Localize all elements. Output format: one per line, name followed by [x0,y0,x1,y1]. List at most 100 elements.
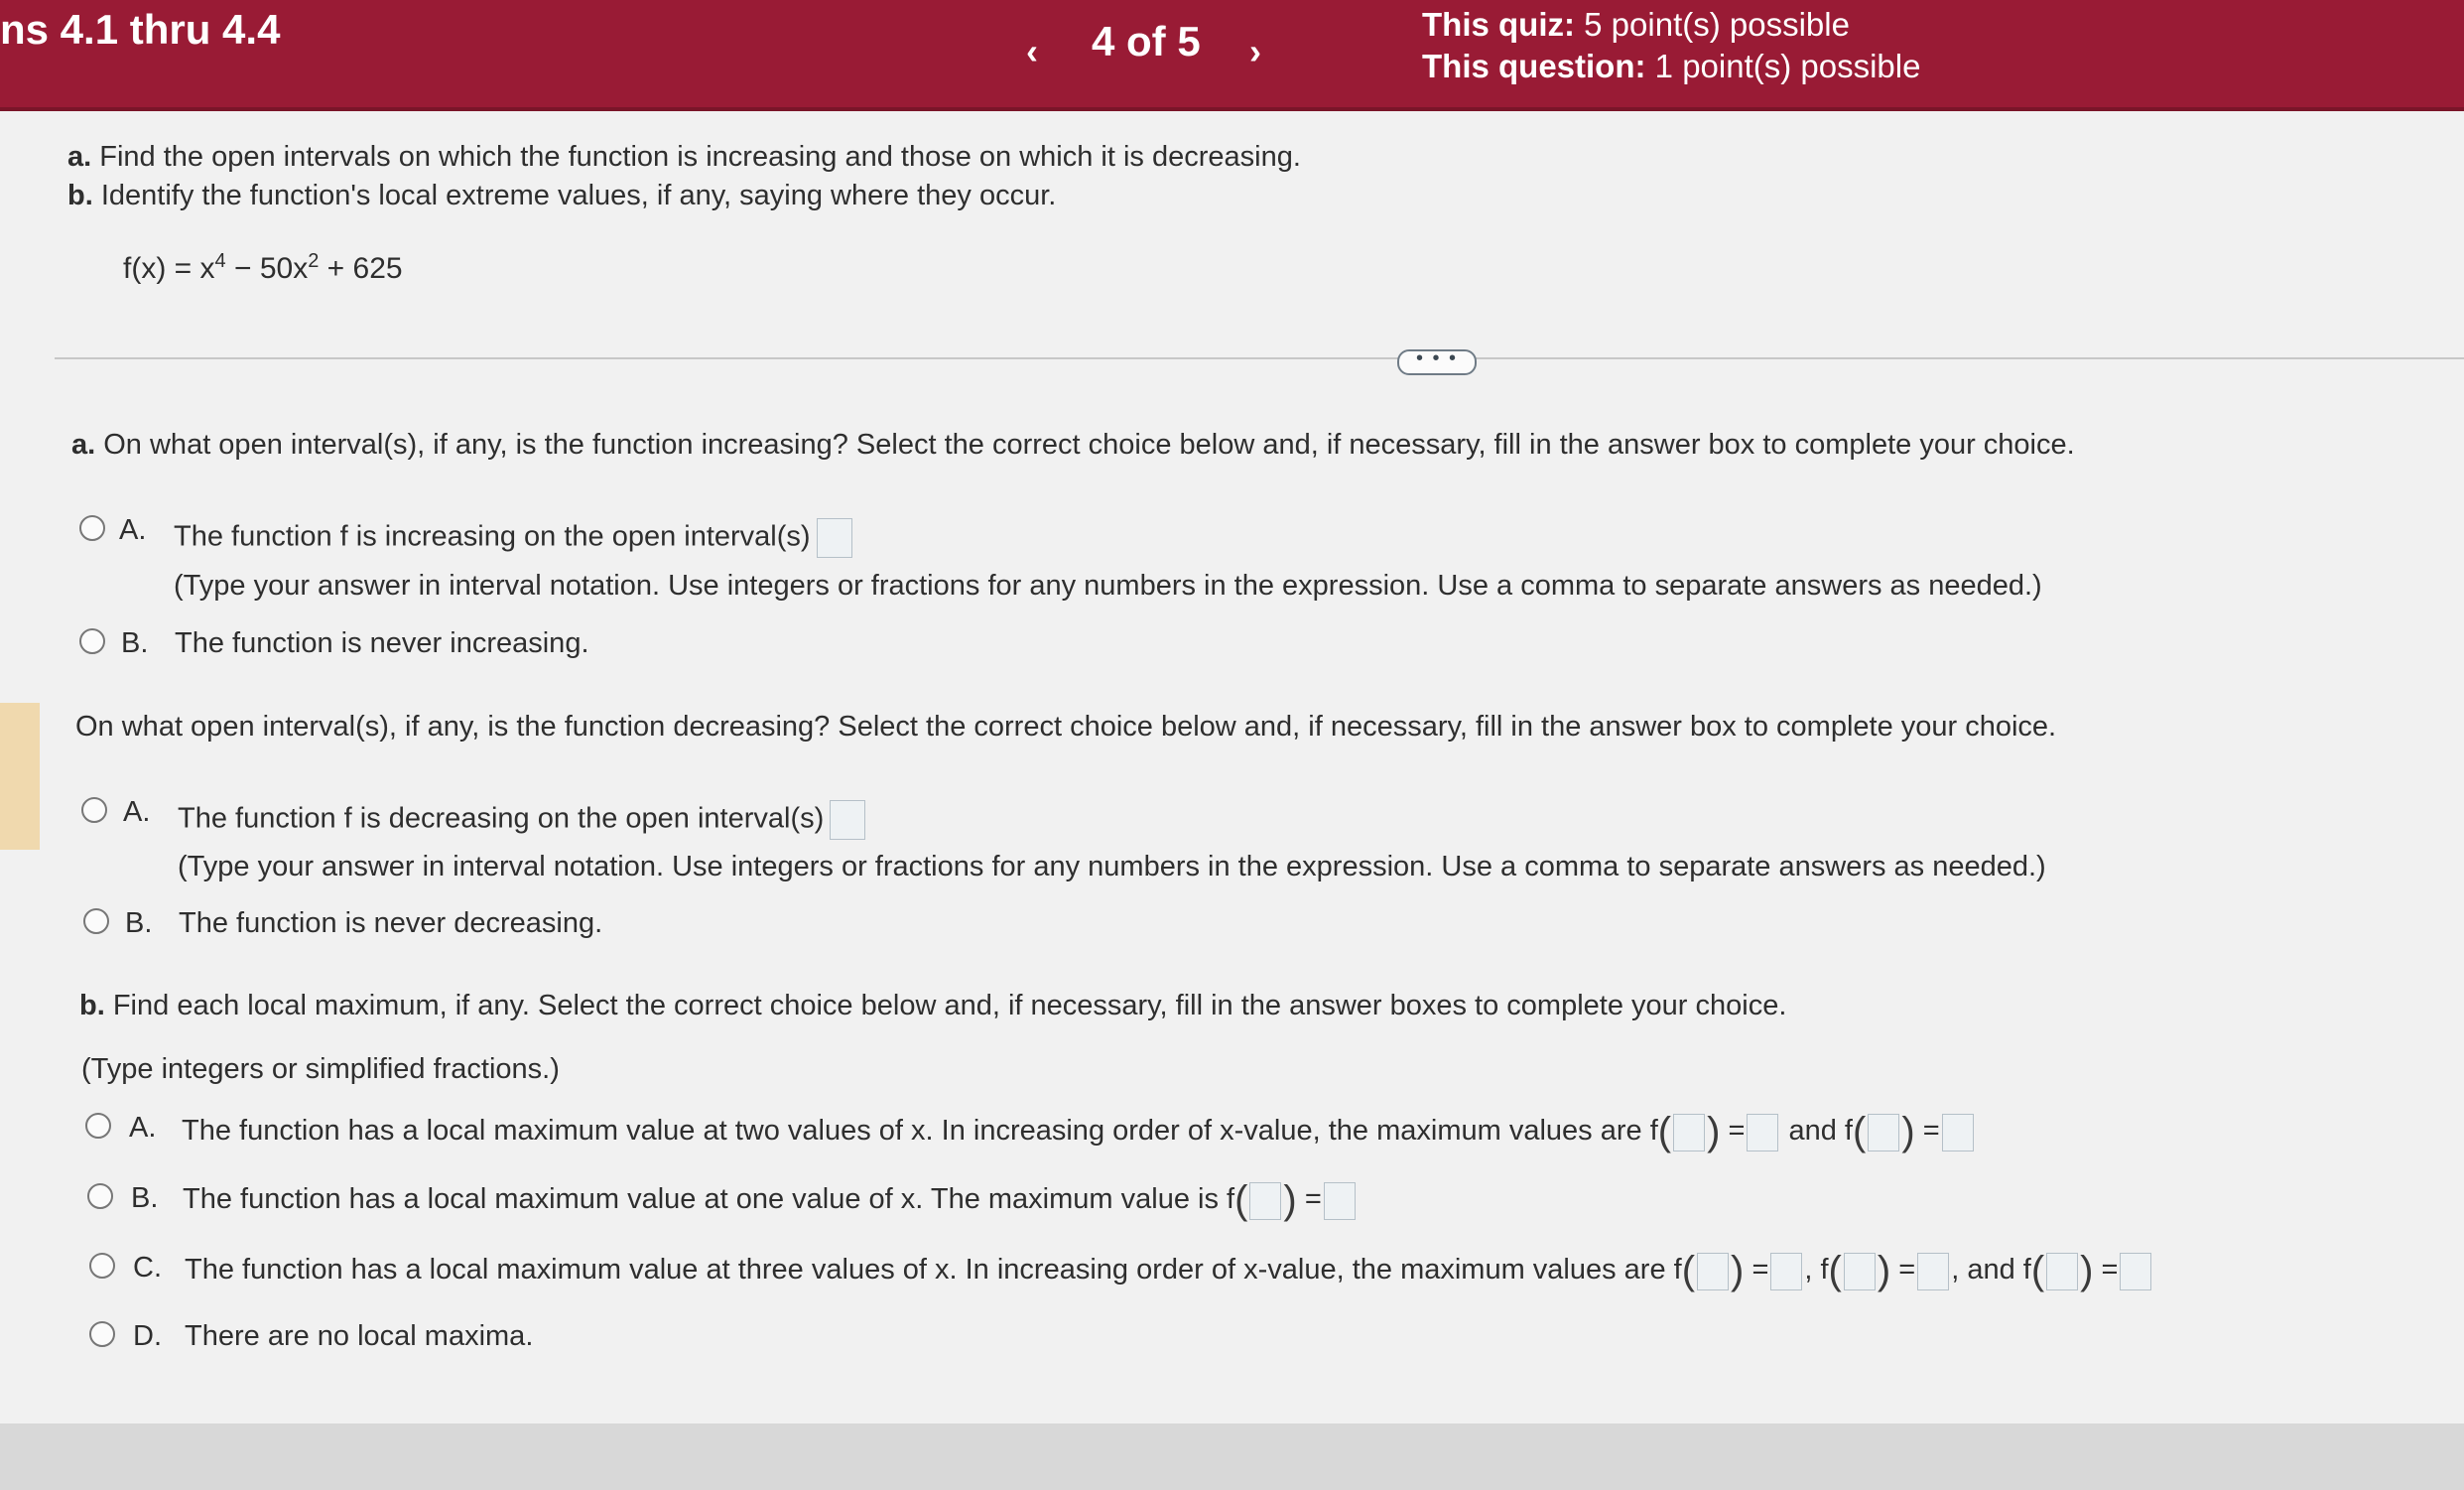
decreasing-choice-b-radio[interactable] [83,908,109,934]
max-choice-c: The function has a local maximum value a… [185,1249,2153,1293]
comma-f: , f [1804,1254,1829,1287]
close-paren: ) [1877,1249,1891,1292]
and-word: and [1788,1115,1837,1148]
increasing-question-text: On what open interval(s), if any, is the… [103,429,2075,461]
max-choice-d-text: There are no local maxima. [185,1320,534,1352]
function-constant-term: + 625 [319,252,403,285]
max-choice-b-radio[interactable] [87,1183,113,1209]
close-paren: ) [1283,1178,1297,1222]
quiz-title: ns 4.1 thru 4.4 [0,6,281,53]
open-paren: ( [1234,1178,1248,1222]
equals-sign: = [1751,1254,1769,1287]
equals-sign: = [1922,1115,1940,1148]
part-a-label: a. [71,429,96,461]
question-panel [0,111,2464,1423]
max-a-y1-input[interactable] [1747,1113,1779,1151]
increasing-choice-a: The function f is increasing on the open… [174,518,858,558]
close-paren: ) [1901,1110,1915,1153]
max-c-y1-input[interactable] [1770,1252,1803,1290]
problem-a-label: a. [67,141,92,173]
open-paren: ( [1852,1110,1867,1153]
increasing-question: a. On what open interval(s), if any, is … [71,429,2075,462]
question-points-value: 1 point(s) possible [1654,48,1921,84]
problem-a-text: Find the open intervals on which the fun… [99,141,1301,173]
increasing-choice-a-text: The function f is increasing on the open… [174,520,811,553]
max-choice-d-radio[interactable] [89,1321,115,1347]
max-b-y-input[interactable] [1323,1181,1356,1220]
increasing-interval-input[interactable] [816,518,852,558]
f-label: f [1844,1115,1853,1148]
decreasing-choice-b-text: The function is never decreasing. [179,907,603,939]
increasing-choice-b-radio[interactable] [79,628,105,654]
problem-b-text: Identify the function's local extreme va… [100,180,1057,211]
open-paren: ( [1828,1249,1842,1292]
quiz-header: ns 4.1 thru 4.4 ‹ 4 of 5 › This quiz: 5 … [0,0,2464,111]
max-choice-a-radio[interactable] [85,1113,111,1139]
max-choice-c-text: The function has a local maximum value a… [185,1254,1666,1287]
problem-part-a: a. Find the open intervals on which the … [67,141,1301,174]
max-choice-b-text: The function has a local maximum value a… [183,1183,1219,1216]
max-c-x3-input[interactable] [2046,1252,2079,1290]
problem-part-b: b. Identify the function's local extreme… [67,180,1056,212]
max-choice-a: The function has a local maximum value a… [182,1110,1976,1154]
expand-more-button[interactable]: • • • [1397,348,1477,375]
open-paren: ( [1681,1249,1696,1292]
max-b-x-input[interactable] [1249,1181,1282,1220]
max-c-y2-input[interactable] [1917,1252,1950,1290]
previous-question-button[interactable]: ‹ [1002,24,1062,79]
decreasing-interval-input[interactable] [830,800,866,840]
max-a-x1-input[interactable] [1673,1113,1706,1151]
footer-strip [0,1423,2464,1490]
local-max-question: b. Find each local maximum, if any. Sele… [79,990,1786,1022]
equals-sign: = [1728,1115,1746,1148]
function-lhs: f(x) = x [123,252,215,285]
decreasing-choice-a-hint: (Type your answer in interval notation. … [178,851,2046,882]
quiz-points-label: This quiz: [1422,6,1575,43]
next-question-button[interactable]: › [1226,24,1285,79]
function-exponent-4: 4 [214,250,226,272]
open-paren: ( [2030,1249,2045,1292]
max-choice-a-letter: A. [129,1112,157,1144]
increasing-choice-b-text: The function is never increasing. [175,627,589,659]
close-paren: ) [1707,1110,1721,1153]
increasing-choice-a-radio[interactable] [79,515,105,541]
max-choice-b-letter: B. [131,1182,159,1214]
max-c-x2-input[interactable] [1843,1252,1876,1290]
f-label: f [1649,1115,1658,1148]
close-paren: ) [1731,1249,1745,1292]
part-b-label: b. [79,990,105,1021]
close-paren: ) [2080,1249,2094,1292]
local-max-hint: (Type integers or simplified fractions.) [81,1053,560,1085]
decreasing-choice-a: The function f is decreasing on the open… [178,800,871,840]
f-label: f [1227,1183,1235,1216]
points-info: This quiz: 5 point(s) possible This ques… [1422,4,1920,87]
equals-sign: = [2101,1254,2119,1287]
max-c-x1-input[interactable] [1697,1252,1730,1290]
max-choice-c-radio[interactable] [89,1253,115,1279]
quiz-points-value: 5 point(s) possible [1584,6,1850,43]
max-choice-a-text: The function has a local maximum value a… [182,1115,1642,1148]
max-choice-b: The function has a local maximum value a… [183,1178,1358,1223]
function-expression: f(x) = x4 − 50x2 + 625 [123,250,403,286]
function-exponent-2: 2 [308,250,320,272]
equals-sign: = [1304,1183,1322,1216]
decreasing-choice-a-radio[interactable] [81,797,107,823]
max-choice-c-letter: C. [133,1252,162,1284]
question-points-label: This question: [1422,48,1646,84]
problem-b-label: b. [67,180,93,211]
decreasing-choice-a-text: The function f is decreasing on the open… [178,802,825,835]
decreasing-choice-a-letter: A. [123,796,151,828]
decreasing-choice-b-letter: B. [125,907,153,939]
f-label: f [1673,1254,1682,1287]
section-divider [55,357,2464,359]
max-a-y2-input[interactable] [1941,1113,1974,1151]
max-choice-d-letter: D. [133,1320,162,1352]
side-highlight [0,703,40,850]
open-paren: ( [1657,1110,1672,1153]
increasing-choice-b-letter: B. [121,627,149,659]
max-c-y3-input[interactable] [2120,1252,2152,1290]
equals-sign: = [1898,1254,1916,1287]
max-a-x2-input[interactable] [1868,1113,1900,1151]
question-pager: 4 of 5 [1092,18,1201,65]
local-max-question-text: Find each local maximum, if any. Select … [112,990,1787,1021]
